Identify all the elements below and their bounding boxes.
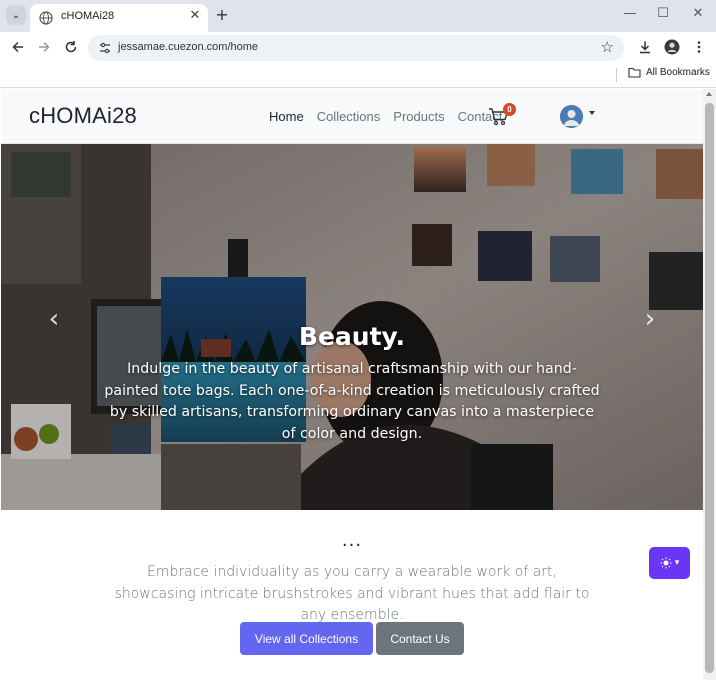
- profile-icon[interactable]: [663, 38, 681, 56]
- star-icon[interactable]: ☆: [601, 38, 614, 56]
- browser-tab[interactable]: cHOMAi28 ✕: [30, 4, 208, 32]
- bookmarks-divider: [616, 68, 617, 82]
- tab-title: cHOMAi28: [61, 10, 115, 22]
- folder-icon: [628, 67, 641, 78]
- maximize-icon[interactable]: ☐: [653, 6, 673, 21]
- user-avatar[interactable]: [560, 105, 583, 128]
- download-icon[interactable]: [636, 38, 654, 56]
- forward-arrow-icon[interactable]: [35, 38, 53, 56]
- chevron-down-icon: ▾: [674, 558, 680, 568]
- nav-home[interactable]: Home: [269, 109, 304, 124]
- globe-icon: [39, 11, 53, 25]
- hero-carousel: ‹ › Beauty. Indulge in the beauty of art…: [1, 144, 703, 510]
- nav-products[interactable]: Products: [393, 109, 444, 124]
- reload-icon[interactable]: [62, 38, 80, 56]
- carousel-prev-button[interactable]: ‹: [39, 304, 69, 334]
- scroll-up-arrow-icon[interactable]: [706, 92, 712, 96]
- sun-icon: [660, 557, 672, 569]
- site-info-icon[interactable]: [98, 41, 112, 55]
- hero-caption: Beauty. Indulge in the beauty of artisan…: [101, 322, 603, 445]
- carousel-next-button[interactable]: ›: [635, 304, 665, 334]
- contact-us-button[interactable]: Contact Us: [376, 622, 464, 655]
- theme-toggle-button[interactable]: ▾: [649, 547, 690, 579]
- section-dots: ...: [341, 530, 363, 551]
- window-close-icon[interactable]: ✕: [688, 6, 708, 21]
- web-page: cHOMAi28 Home Collections Products Conta…: [1, 89, 703, 680]
- site-navbar: cHOMAi28 Home Collections Products Conta…: [1, 89, 703, 144]
- cart-count-badge: 0: [503, 103, 516, 116]
- tab-search-icon[interactable]: ⌄: [6, 5, 26, 25]
- close-icon[interactable]: ✕: [187, 8, 203, 23]
- browser-tabstrip: ⌄ cHOMAi28 ✕ + — ☐ ✕: [0, 0, 716, 32]
- intro-text: Embrace individuality as you carry a wea…: [114, 564, 590, 623]
- all-bookmarks-button[interactable]: All Bookmarks: [628, 67, 710, 78]
- browser-toolbar: jessamae.cuezon.com/home ☆: [0, 32, 716, 62]
- plus-icon[interactable]: +: [213, 5, 231, 24]
- url-text: jessamae.cuezon.com/home: [118, 41, 259, 53]
- bookmarks-bar: All Bookmarks: [0, 62, 716, 88]
- address-bar[interactable]: jessamae.cuezon.com/home ☆: [88, 35, 624, 61]
- scroll-thumb[interactable]: [705, 103, 714, 673]
- back-arrow-icon[interactable]: [9, 38, 27, 56]
- view-collections-button[interactable]: View all Collections: [240, 622, 373, 655]
- brand-logo[interactable]: cHOMAi28: [29, 103, 137, 129]
- nav-collections[interactable]: Collections: [317, 109, 381, 124]
- chevron-down-icon[interactable]: [589, 111, 595, 115]
- all-bookmarks-label: All Bookmarks: [646, 67, 710, 78]
- intro-section: ... Embrace individuality as you carry a…: [1, 510, 703, 680]
- hero-title: Beauty.: [298, 322, 406, 351]
- kebab-menu-icon[interactable]: [690, 38, 708, 56]
- hero-text: Indulge in the beauty of artisanal craft…: [104, 361, 600, 442]
- minimize-icon[interactable]: —: [620, 6, 640, 21]
- page-scrollbar[interactable]: [703, 89, 716, 680]
- nav-links: Home Collections Products Contact: [269, 109, 515, 124]
